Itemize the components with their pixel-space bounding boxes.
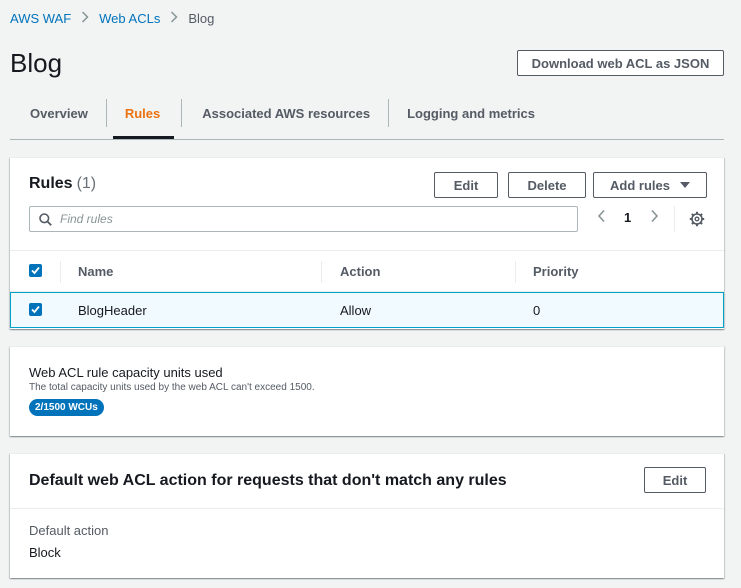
column-divider xyxy=(60,261,61,283)
edit-default-action-button[interactable]: Edit xyxy=(644,467,706,493)
tab-logging-metrics[interactable]: Logging and metrics xyxy=(407,98,535,128)
caret-down-icon xyxy=(679,181,690,189)
tab-divider xyxy=(388,99,390,127)
search-icon xyxy=(39,212,52,226)
section-divider xyxy=(10,508,724,509)
row-checkbox[interactable] xyxy=(29,303,42,316)
table-row[interactable]: BlogHeader Allow 0 xyxy=(10,292,724,328)
rule-priority: 0 xyxy=(533,303,541,318)
column-divider xyxy=(321,261,322,283)
rules-heading: Rules (1) xyxy=(29,175,96,193)
chevron-right-icon xyxy=(170,10,178,26)
breadcrumb-link-web-acls[interactable]: Web ACLs xyxy=(99,11,160,26)
add-rules-label: Add rules xyxy=(610,177,670,193)
rule-action: Allow xyxy=(340,303,372,318)
rules-title: Rules xyxy=(29,175,73,192)
capacity-title: Web ACL rule capacity units used xyxy=(29,365,223,380)
gear-icon[interactable] xyxy=(689,211,705,227)
default-action-panel: Default web ACL action for requests that… xyxy=(10,453,724,578)
column-header-action[interactable]: Action xyxy=(340,264,380,279)
download-json-button[interactable]: Download web ACL as JSON xyxy=(517,50,724,76)
capacity-badge: 2/1500 WCUs xyxy=(29,399,104,416)
column-header-name[interactable]: Name xyxy=(78,264,113,279)
rules-panel: Rules(1) Edit Delete Add rules 1 xyxy=(10,157,724,329)
search-input[interactable] xyxy=(60,212,560,226)
capacity-panel: Web ACL rule capacity units used The tot… xyxy=(10,346,724,436)
page-title: Blog xyxy=(10,48,63,78)
tab-associated-resources[interactable]: Associated AWS resources xyxy=(202,98,370,128)
add-rules-button[interactable]: Add rules xyxy=(593,172,707,198)
tab-divider xyxy=(181,99,183,127)
rules-count: (1) xyxy=(76,175,97,192)
default-action-label: Default action xyxy=(29,523,109,538)
tab-rules[interactable]: Rules xyxy=(112,98,175,139)
breadcrumb: AWS WAF Web ACLs Blog xyxy=(10,10,214,26)
tab-bar: Overview Rules Associated AWS resources … xyxy=(10,98,724,140)
chevron-right-icon xyxy=(81,10,89,26)
select-all-checkbox[interactable] xyxy=(29,264,42,277)
chevron-left-icon[interactable] xyxy=(597,209,606,228)
column-header-priority[interactable]: Priority xyxy=(533,264,579,279)
rule-name: BlogHeader xyxy=(78,303,147,318)
breadcrumb-current: Blog xyxy=(188,10,215,26)
breadcrumb-link-aws-waf[interactable]: AWS WAF xyxy=(10,11,71,26)
edit-rules-button[interactable]: Edit xyxy=(434,172,498,198)
chevron-right-icon[interactable] xyxy=(650,209,659,228)
tab-divider xyxy=(105,99,107,127)
page-number[interactable]: 1 xyxy=(624,210,631,225)
pager-divider xyxy=(674,206,675,232)
tab-overview[interactable]: Overview xyxy=(30,98,88,128)
default-action-value: Block xyxy=(29,545,61,560)
delete-rules-button[interactable]: Delete xyxy=(508,172,586,198)
column-divider xyxy=(515,261,516,283)
search-field[interactable] xyxy=(29,206,578,232)
default-action-title: Default web ACL action for requests that… xyxy=(29,472,507,489)
capacity-description: The total capacity units used by the web… xyxy=(29,382,315,393)
rules-table-header: Name Action Priority xyxy=(10,250,724,292)
